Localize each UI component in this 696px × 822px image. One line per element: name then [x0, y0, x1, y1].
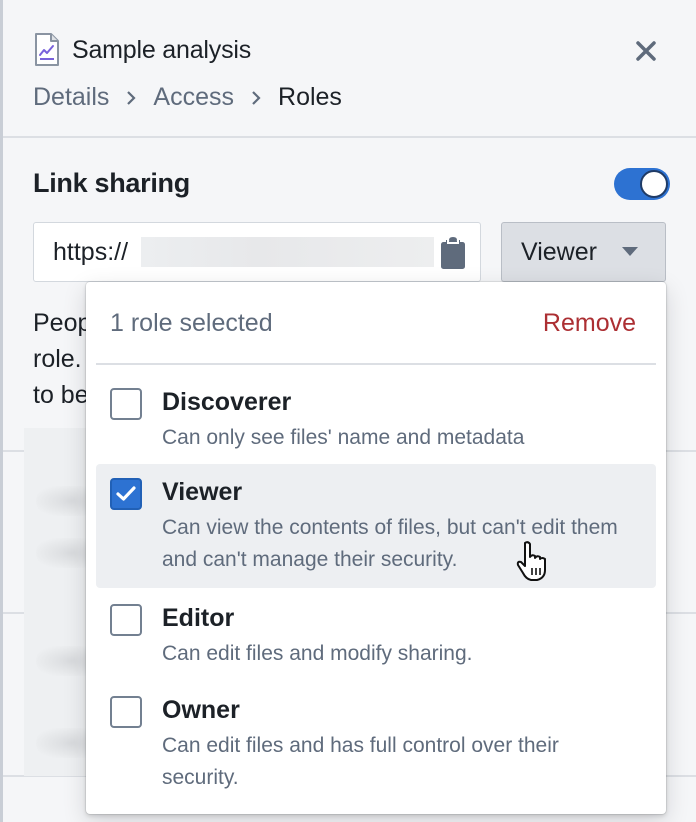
- role-option-discoverer[interactable]: Discoverer Can only see files' name and …: [96, 374, 656, 452]
- close-button[interactable]: [630, 35, 662, 67]
- role-checkbox[interactable]: [110, 604, 142, 636]
- panel-title: Sample analysis: [72, 35, 252, 64]
- role-option-label: Owner: [162, 696, 240, 724]
- role-checkbox[interactable]: [110, 388, 142, 420]
- toggle-knob: [640, 170, 668, 198]
- link-role-select[interactable]: Viewer: [501, 222, 666, 282]
- role-option-description: Can only see files' name and metadata: [162, 426, 525, 449]
- checkmark-icon: [116, 486, 136, 501]
- breadcrumb-access[interactable]: Access: [153, 83, 234, 112]
- breadcrumb-details[interactable]: Details: [33, 83, 109, 112]
- share-url-text: https://: [53, 237, 129, 266]
- role-option-label: Discoverer: [162, 388, 292, 416]
- role-option-viewer[interactable]: Viewer Can view the contents of files, b…: [96, 464, 656, 588]
- link-role-select-value: Viewer: [521, 237, 597, 266]
- link-sharing-title: Link sharing: [33, 168, 190, 198]
- role-option-editor[interactable]: Editor Can edit files and modify sharing…: [96, 596, 656, 674]
- close-icon: [636, 41, 656, 61]
- role-option-description: Can edit files and modify sharing.: [162, 642, 473, 665]
- chevron-right-icon: [251, 90, 261, 106]
- redacted-url: [141, 237, 434, 267]
- dropdown-divider: [96, 363, 656, 365]
- selected-count: 1 role selected: [110, 308, 273, 337]
- role-option-label: Viewer: [162, 478, 243, 506]
- redacted-user-list: [24, 428, 106, 776]
- role-checkbox[interactable]: [110, 696, 142, 728]
- dropdown-header: 1 role selected Remove: [86, 282, 666, 364]
- clipboard-icon[interactable]: [440, 236, 466, 270]
- description-line: role.: [33, 345, 82, 373]
- header-divider: [3, 136, 696, 138]
- breadcrumb-roles: Roles: [278, 83, 342, 111]
- role-option-owner[interactable]: Owner Can edit files and has full contro…: [96, 686, 656, 806]
- role-option-label: Editor: [162, 604, 235, 632]
- role-option-description: Can view the contents of files, but can'…: [162, 516, 618, 571]
- description-line: to be: [33, 381, 89, 409]
- panel-header: Sample analysis: [34, 33, 251, 67]
- remove-button[interactable]: Remove: [543, 309, 636, 338]
- analysis-document-icon: [35, 33, 59, 66]
- caret-down-icon: [622, 247, 638, 256]
- breadcrumb: Details Access Roles: [33, 83, 342, 112]
- description-line: Peop: [33, 309, 92, 337]
- role-checkbox[interactable]: [110, 478, 142, 510]
- share-url-field[interactable]: https://: [33, 222, 481, 282]
- link-sharing-toggle[interactable]: [614, 168, 670, 200]
- role-option-description: Can edit files and has full control over…: [162, 734, 559, 789]
- panel-left-border: [0, 0, 3, 822]
- role-dropdown-menu: 1 role selected Remove Discoverer Can on…: [86, 282, 666, 814]
- chevron-right-icon: [126, 90, 136, 106]
- link-sharing-description: Peop role. to be: [33, 305, 93, 413]
